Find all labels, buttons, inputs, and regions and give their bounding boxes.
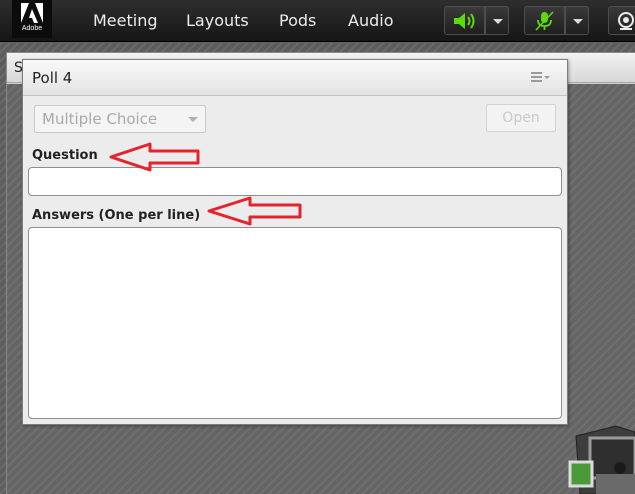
- webcam-icon: [618, 12, 634, 30]
- question-type-value: Multiple Choice: [42, 110, 158, 128]
- speaker-button[interactable]: [444, 6, 485, 35]
- menu-bar: Adobe Meeting Layouts Pods Audio: [0, 0, 635, 42]
- annotation-arrow-answers: [207, 196, 302, 226]
- menu-audio[interactable]: Audio: [348, 11, 393, 31]
- annotation-arrow-question: [109, 142, 200, 172]
- speaker-icon: [454, 13, 475, 29]
- open-poll-button[interactable]: Open: [486, 104, 556, 132]
- poll-pod: Poll 4 Multiple Choice Open Question Ans…: [22, 59, 568, 425]
- menu-meeting[interactable]: Meeting: [93, 11, 158, 31]
- decorative-corner-art: [568, 425, 635, 494]
- adobe-logo: Adobe: [12, 0, 52, 38]
- microphone-button[interactable]: [524, 6, 565, 35]
- menu-pods[interactable]: Pods: [279, 11, 316, 31]
- poll-title: Poll 4: [32, 69, 73, 87]
- speaker-options-button[interactable]: [485, 6, 509, 35]
- adobe-logo-icon: [21, 3, 43, 23]
- answers-label: Answers (One per line): [32, 208, 201, 223]
- menu-layouts[interactable]: Layouts: [186, 11, 249, 31]
- question-type-select[interactable]: Multiple Choice: [34, 105, 206, 133]
- logo-text: Adobe: [21, 25, 43, 32]
- pod-options-icon[interactable]: [531, 70, 551, 86]
- question-label: Question: [32, 148, 98, 163]
- chevron-down-icon: [188, 117, 198, 122]
- answers-textarea[interactable]: [28, 227, 562, 419]
- microphone-options-button[interactable]: [565, 6, 589, 35]
- poll-pod-header[interactable]: Poll 4: [23, 60, 567, 96]
- webcam-button[interactable]: [608, 6, 635, 35]
- microphone-muted-icon: [535, 11, 554, 31]
